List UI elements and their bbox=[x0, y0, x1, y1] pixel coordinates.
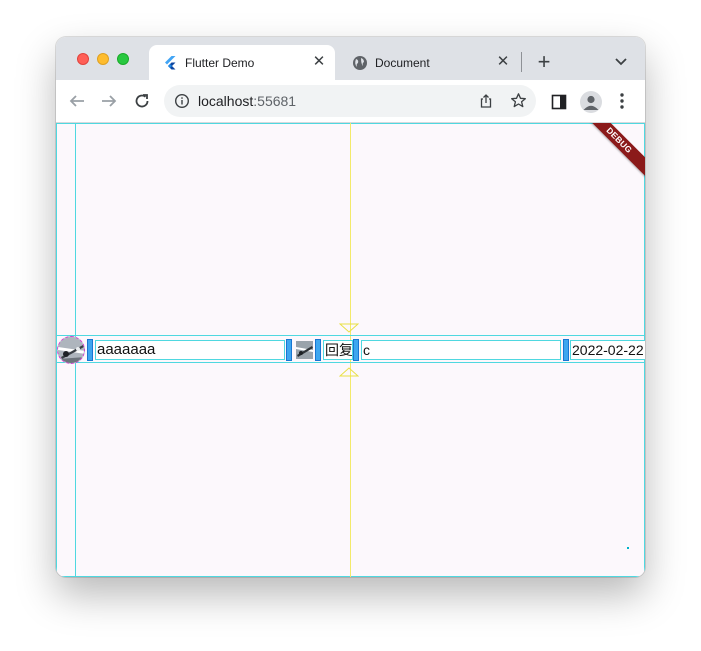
reply-thumbnail[interactable] bbox=[296, 341, 313, 359]
thumbnail-image bbox=[296, 341, 313, 359]
url-text: localhost:55681 bbox=[198, 93, 296, 109]
reply-text-field[interactable]: c bbox=[361, 340, 561, 360]
side-panel-icon[interactable] bbox=[551, 94, 567, 110]
profile-avatar-icon[interactable] bbox=[580, 91, 602, 113]
person-icon bbox=[583, 95, 599, 110]
name-field[interactable]: aaaaaaa bbox=[95, 340, 285, 360]
close-window-button[interactable] bbox=[77, 53, 89, 65]
flutter-icon bbox=[165, 56, 176, 70]
address-bar[interactable]: localhost:55681 bbox=[164, 85, 536, 117]
browser-window: Flutter Demo ✕ Document ✕ + localhost:55… bbox=[56, 37, 645, 577]
tab-title: Flutter Demo bbox=[185, 56, 255, 70]
globe-icon bbox=[353, 56, 367, 70]
tab-separator bbox=[521, 52, 522, 72]
more-menu-icon[interactable] bbox=[617, 92, 627, 110]
tab-title: Document bbox=[375, 56, 430, 70]
maximize-window-button[interactable] bbox=[117, 53, 129, 65]
drag-handle-icon bbox=[563, 339, 569, 361]
url-port: :55681 bbox=[253, 93, 297, 109]
close-tab-icon[interactable]: ✕ bbox=[495, 54, 511, 70]
date-text: 2022-02-22 bbox=[570, 340, 645, 360]
debug-dot bbox=[627, 547, 629, 549]
info-icon[interactable] bbox=[174, 93, 190, 109]
tab-strip: Flutter Demo ✕ Document ✕ + bbox=[56, 37, 645, 80]
drag-handle-icon bbox=[87, 339, 93, 361]
drag-handle-icon bbox=[286, 339, 292, 361]
forward-icon[interactable] bbox=[100, 92, 118, 110]
share-icon[interactable] bbox=[478, 93, 494, 109]
tab-flutter-demo[interactable]: Flutter Demo ✕ bbox=[149, 45, 335, 80]
close-tab-icon[interactable]: ✕ bbox=[311, 54, 327, 70]
reply-label[interactable]: 回复 bbox=[323, 340, 353, 360]
drag-handle-icon bbox=[315, 339, 321, 361]
bookmark-star-icon[interactable] bbox=[510, 92, 527, 109]
tab-document[interactable]: Document ✕ bbox=[339, 45, 519, 80]
tab-search-icon[interactable] bbox=[614, 54, 628, 68]
debug-banner: DEBUG bbox=[581, 123, 645, 179]
baseline-arrow-down-icon bbox=[339, 323, 359, 333]
page-viewport: DEBUG aaaaaaa 回复 c 2022-02-22 bbox=[56, 123, 645, 577]
drag-handle-icon bbox=[353, 339, 359, 361]
minimize-window-button[interactable] bbox=[97, 53, 109, 65]
new-tab-button[interactable]: + bbox=[534, 51, 554, 73]
browser-toolbar: localhost:55681 bbox=[56, 80, 645, 123]
avatar[interactable] bbox=[57, 336, 85, 364]
baseline-arrow-up-icon bbox=[339, 367, 359, 377]
reload-icon[interactable] bbox=[133, 92, 151, 110]
back-icon[interactable] bbox=[68, 92, 86, 110]
url-host: localhost bbox=[198, 93, 254, 109]
